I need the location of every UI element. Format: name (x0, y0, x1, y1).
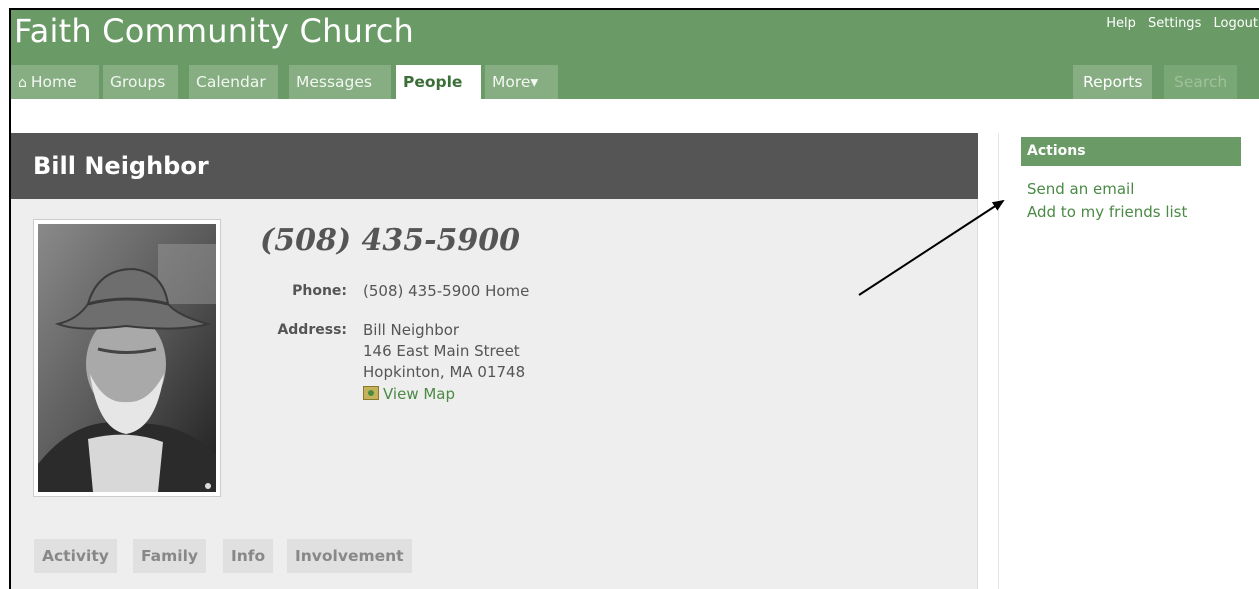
tab-search-label: Search (1174, 73, 1228, 91)
tab-search[interactable]: Search (1164, 65, 1238, 99)
tab-calendar[interactable]: Calendar (189, 65, 278, 99)
logout-link[interactable]: Logout (1213, 16, 1258, 31)
headline-phone: (508) 435-5900 (260, 223, 521, 258)
tab-home[interactable]: ⌂ Home (11, 65, 99, 99)
tab-reports-label: Reports (1083, 73, 1143, 91)
address-line-1: Bill Neighbor (363, 321, 460, 339)
tab-family[interactable]: Family (133, 539, 207, 573)
map-icon (363, 386, 379, 400)
top-links: Help Settings Logout (1098, 16, 1258, 31)
tab-info[interactable]: Info (223, 539, 274, 573)
person-name: Bill Neighbor (33, 152, 209, 180)
address-line-2: 146 East Main Street (363, 342, 520, 360)
send-email-link[interactable]: Send an email (1027, 180, 1134, 198)
home-icon: ⌂ (18, 75, 27, 91)
tab-reports[interactable]: Reports (1073, 65, 1153, 99)
tab-people[interactable]: People (396, 65, 481, 99)
sidebar-divider (998, 133, 999, 589)
profile-photo (38, 224, 216, 492)
tab-groups[interactable]: Groups (103, 65, 178, 99)
address-line-3: Hopkinton, MA 01748 (363, 363, 526, 381)
help-link[interactable]: Help (1106, 16, 1136, 31)
person-name-bar: Bill Neighbor (11, 133, 978, 199)
settings-link[interactable]: Settings (1148, 16, 1201, 31)
page-frame: Faith Community Church Help Settings Log… (9, 8, 1259, 589)
tab-messages[interactable]: Messages (289, 65, 391, 99)
actions-header: Actions (1021, 137, 1241, 166)
tab-more[interactable]: More▾ (485, 65, 558, 99)
tab-activity[interactable]: Activity (34, 539, 117, 573)
profile-panel: (508) 435-5900 Phone: (508) 435-5900 Hom… (11, 199, 978, 589)
phone-label: Phone: (292, 283, 347, 299)
tab-involvement[interactable]: Involvement (287, 539, 412, 573)
address-label: Address: (277, 322, 347, 338)
tab-calendar-label: Calendar (196, 73, 266, 91)
profile-photo-image (38, 224, 216, 492)
tab-people-label: People (403, 73, 463, 91)
view-map-label: View Map (383, 385, 456, 403)
profile-photo-frame[interactable] (33, 219, 221, 497)
tab-groups-label: Groups (110, 73, 166, 91)
add-friend-link[interactable]: Add to my friends list (1027, 203, 1187, 221)
site-header: Faith Community Church Help Settings Log… (11, 10, 1259, 99)
view-map-link[interactable]: View Map (363, 385, 455, 403)
site-title[interactable]: Faith Community Church (14, 12, 414, 50)
tab-home-label: Home (30, 73, 77, 91)
tab-messages-label: Messages (296, 73, 373, 91)
tab-more-label: More▾ (492, 73, 539, 91)
phone-value: (508) 435-5900 Home (363, 282, 530, 300)
